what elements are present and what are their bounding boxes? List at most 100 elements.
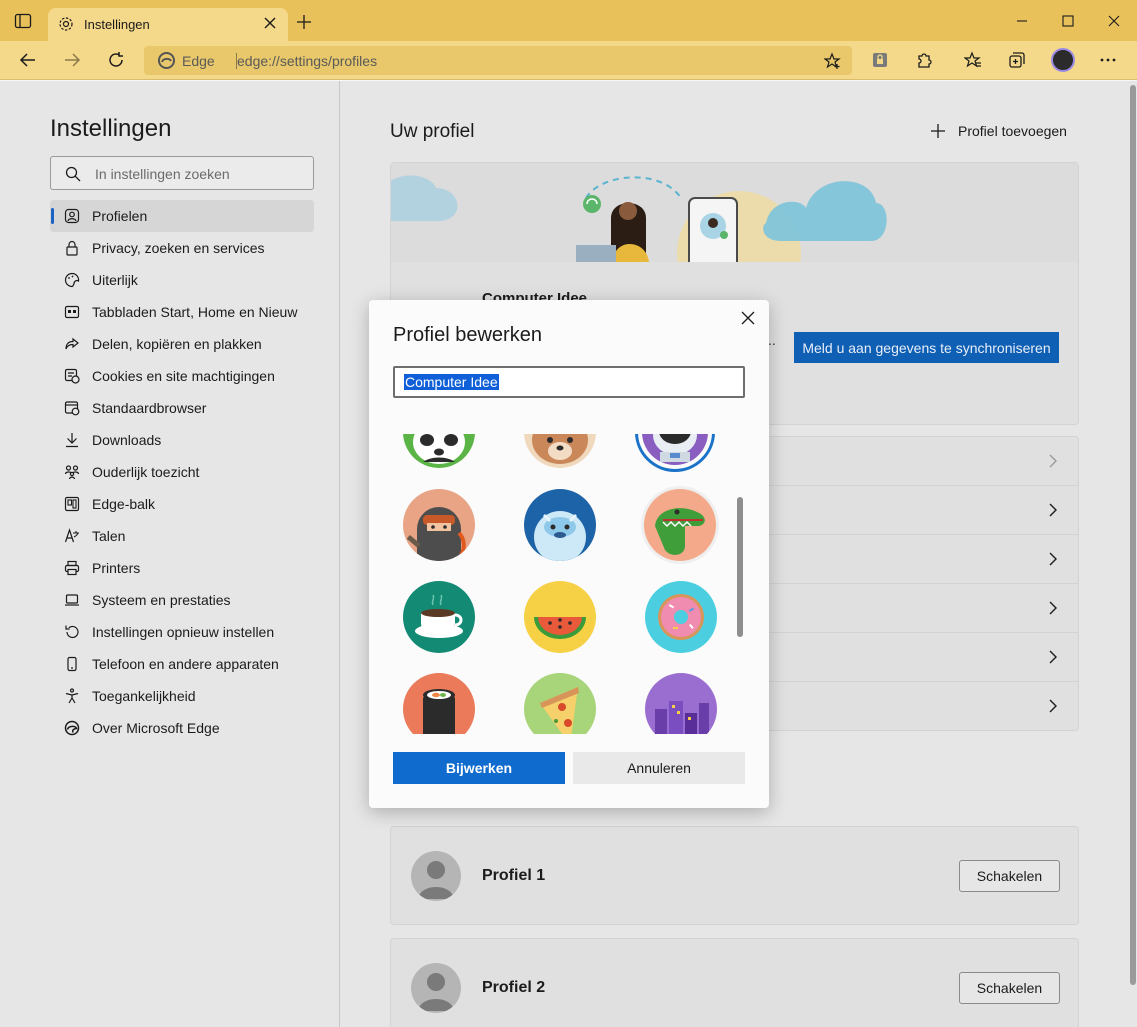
sidebar-item-cookies[interactable]: Cookies en site machtigingen [50,360,314,392]
avatar-scrollbar[interactable] [737,497,743,637]
truncated-text: .. [768,332,776,348]
printer-icon [64,560,80,576]
palette-icon [64,272,80,288]
scrollbar-thumb[interactable] [1130,85,1136,985]
profile-avatar-button[interactable] [1051,48,1075,72]
collections-icon[interactable] [1008,51,1026,69]
sidebar-item-label: Uiterlijk [92,272,138,288]
edit-profile-dialog: Profiel bewerken Computer Idee Bijwerken… [369,300,769,808]
sidebar-item-telefoon[interactable]: Telefoon en andere apparaten [50,648,314,680]
back-icon[interactable] [19,51,37,69]
cancel-button[interactable]: Annuleren [573,752,745,784]
avatar-yeti[interactable] [524,489,596,561]
avatar-pizza[interactable] [524,673,596,734]
add-favorite-icon[interactable] [824,52,842,70]
sidebar-item-uiterlijk[interactable]: Uiterlijk [50,264,314,296]
sidebar-item-over-edge[interactable]: Over Microsoft Edge [50,712,314,744]
sidebar-item-label: Instellingen opnieuw instellen [92,624,275,640]
address-url[interactable]: edge://settings/profiles [237,53,377,69]
tabs-icon [64,305,80,319]
sidebar-item-systeem[interactable]: Systeem en prestaties [50,584,314,616]
sidebar-item-edge-balk[interactable]: Edge-balk [50,488,314,520]
tab-actions-icon[interactable] [14,12,32,30]
switch-profile-button[interactable]: Schakelen [959,860,1060,892]
sidebar-item-privacy[interactable]: Privacy, zoeken en services [50,232,314,264]
add-profile-button[interactable]: Profiel toevoegen [930,121,1067,141]
chevron-right-icon [1049,454,1057,468]
download-icon [66,433,78,448]
chevron-right-icon [1049,650,1057,664]
avatar-astronaut[interactable] [635,434,715,472]
url-text: edge://settings/profiles [237,53,378,69]
settings-search[interactable] [50,156,314,190]
favorites-icon[interactable] [964,51,982,69]
title-bar: Instellingen [0,0,1137,41]
sidebar-item-standaardbrowser[interactable]: Standaardbrowser [50,392,314,424]
sync-sign-in-button[interactable]: Meld u aan gegevens te synchroniseren [794,332,1059,363]
profile-illustration [391,163,1078,262]
sidebar-item-printers[interactable]: Printers [50,552,314,584]
address-bar[interactable]: Edge edge://settings/profiles [144,46,852,75]
page-title: Uw profiel [390,121,475,142]
more-icon[interactable] [1099,51,1117,69]
language-icon [64,528,79,543]
avatar-panda[interactable] [403,434,475,468]
close-icon[interactable] [741,311,755,325]
sidebar-item-reset[interactable]: Instellingen opnieuw instellen [50,616,314,648]
other-profile-card: Profiel 2 Schakelen [390,938,1079,1027]
forward-icon[interactable] [63,51,81,69]
tab-settings[interactable]: Instellingen [48,8,288,41]
page-scrollbar[interactable] [1129,81,1137,1027]
sidebar-item-label: Over Microsoft Edge [92,720,220,736]
accessibility-icon [65,688,79,704]
cookie-icon [64,368,80,384]
sidebar-item-profielen[interactable]: Profielen [50,200,314,232]
search-input[interactable] [95,164,305,184]
maximize-icon[interactable] [1061,14,1075,28]
refresh-icon[interactable] [107,51,125,69]
sidebar-item-label: Ouderlijk toezicht [92,464,200,480]
chevron-right-icon [1049,699,1057,713]
edgebar-icon [64,496,80,512]
sidebar-item-label: Toegankelijkheid [92,688,196,704]
sidebar-item-label: Talen [92,528,126,544]
sidebar-item-downloads[interactable]: Downloads [50,424,314,456]
avatar-sushi[interactable] [403,673,475,734]
avatar-dinosaur[interactable] [641,486,719,564]
tab-title: Instellingen [84,17,150,32]
switch-profile-button[interactable]: Schakelen [959,972,1060,1004]
search-icon [65,166,81,182]
new-tab-icon[interactable] [296,14,312,30]
avatar-fox[interactable] [524,434,596,468]
settings-sidebar: Instellingen Profielen Privacy, zoeken e… [0,81,340,1027]
avatar-watermelon[interactable] [524,581,596,653]
sidebar-item-delen[interactable]: Delen, kopiëren en plakken [50,328,314,360]
avatar-coffee[interactable] [403,581,475,653]
avatar-ninja[interactable] [403,489,475,561]
address-brand: Edge [182,53,215,69]
gear-icon [59,17,73,31]
lock-extension-icon[interactable] [871,51,889,69]
sidebar-item-ouderlijk-toezicht[interactable]: Ouderlijk toezicht [50,456,314,488]
sidebar-item-label: Profielen [92,208,148,224]
edge-logo-icon [158,52,175,69]
add-profile-label: Profiel toevoegen [958,123,1067,139]
profile-name-field[interactable]: Computer Idee [393,366,745,398]
avatar [411,851,461,901]
avatar-donut[interactable] [645,581,717,653]
sidebar-item-label: Delen, kopiëren en plakken [92,336,262,352]
avatar-city[interactable] [645,673,717,734]
sidebar-item-tabbladen[interactable]: Tabbladen Start, Home en Nieuw [50,296,314,328]
sidebar-item-label: Printers [92,560,141,576]
avatar [411,963,461,1013]
update-button[interactable]: Bijwerken [393,752,565,784]
extensions-icon[interactable] [915,51,933,69]
close-window-icon[interactable] [1107,14,1121,28]
sidebar-item-talen[interactable]: Talen [50,520,314,552]
minimize-icon[interactable] [1015,14,1029,28]
close-tab-icon[interactable] [264,17,276,29]
plus-icon [931,124,945,138]
edge-icon [64,720,80,736]
sidebar-item-toegankelijkheid[interactable]: Toegankelijkheid [50,680,314,712]
profile-icon [64,208,80,224]
